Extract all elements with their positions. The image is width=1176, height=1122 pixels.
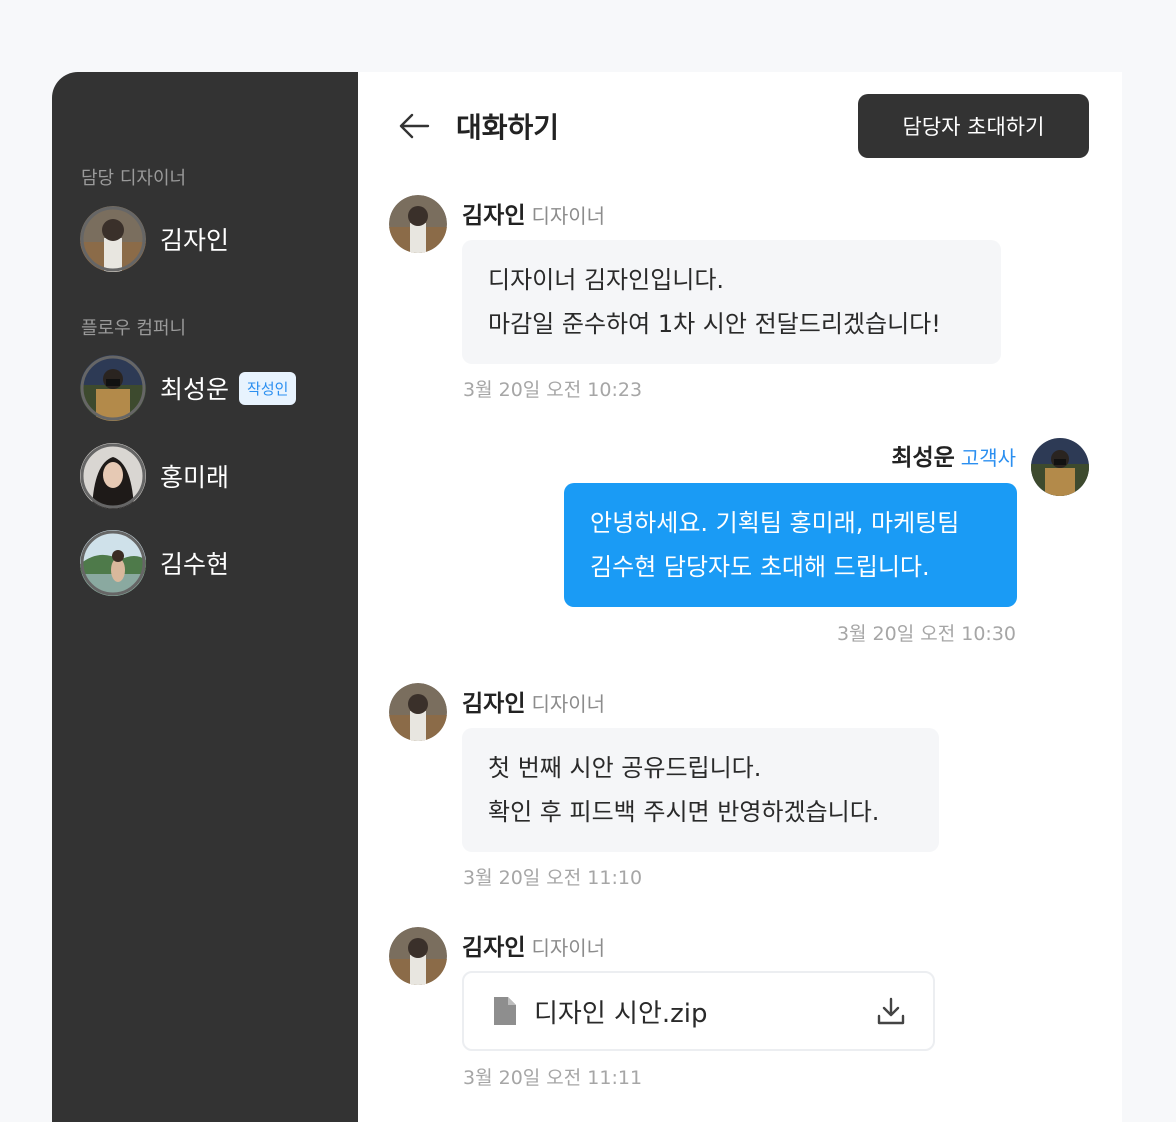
avatar xyxy=(389,927,447,985)
invite-manager-button[interactable]: 담당자 초대하기 xyxy=(858,94,1089,158)
sender-name: 김자인 xyxy=(462,691,526,717)
message-timestamp: 3월 20일 오전 10:23 xyxy=(463,379,643,401)
member-name: 김수현 xyxy=(160,550,230,579)
message-line: 마감일 준수하여 1차 시안 전달드리겠습니다! xyxy=(488,310,941,338)
sidebar-item-designer[interactable]: 김자인 xyxy=(80,206,229,272)
member-name: 최성운 xyxy=(160,375,230,404)
member-name: 홍미래 xyxy=(160,463,230,492)
message-bubble-mine: 안녕하세요. 기획팀 홍미래, 마케팅팀 김수현 담당자도 초대해 드립니다. xyxy=(564,483,1017,607)
avatar xyxy=(389,195,447,253)
sender-role: 디자이너 xyxy=(531,936,606,960)
sender-name: 김자인 xyxy=(462,935,526,961)
designer-section-heading: 담당 디자이너 xyxy=(81,168,187,189)
author-badge: 작성인 xyxy=(239,371,297,405)
message-line: 확인 후 피드백 주시면 반영하겠습니다. xyxy=(488,798,880,826)
sender-name: 최성운 xyxy=(891,445,955,471)
company-section-heading: 플로우 컴퍼니 xyxy=(81,318,187,339)
message-bubble: 첫 번째 시안 공유드립니다. 확인 후 피드백 주시면 반영하겠습니다. xyxy=(462,728,939,852)
avatar xyxy=(80,530,146,596)
member-name: 김자인 xyxy=(160,226,230,255)
sidebar-item-member[interactable]: 최성운 작성인 xyxy=(80,355,297,421)
message-timestamp: 3월 20일 오전 11:11 xyxy=(463,1067,643,1089)
message-line: 안녕하세요. 기획팀 홍미래, 마케팅팀 xyxy=(590,509,960,537)
app-frame: 담당 디자이너 김자인 플로우 컴퍼니 최성운 작성인 홍미래 김수현 대화하기… xyxy=(0,0,1176,1122)
message-sender: 최성운 고객사 xyxy=(891,438,1016,472)
message-line: 첫 번째 시안 공유드립니다. xyxy=(488,754,762,782)
message-sender: 김자인 디자이너 xyxy=(462,928,605,962)
arrow-left-icon[interactable] xyxy=(398,112,430,140)
avatar xyxy=(1031,438,1089,496)
sender-role: 디자이너 xyxy=(531,692,606,716)
message-sender: 김자인 디자이너 xyxy=(462,684,605,718)
avatar xyxy=(80,355,146,421)
message-timestamp: 3월 20일 오전 10:30 xyxy=(836,623,1016,645)
avatar xyxy=(80,206,146,272)
message-line: 김수현 담당자도 초대해 드립니다. xyxy=(590,553,930,581)
message-timestamp: 3월 20일 오전 11:10 xyxy=(463,867,643,889)
sidebar-item-member[interactable]: 김수현 xyxy=(80,530,229,596)
sidebar: 담당 디자이너 김자인 플로우 컴퍼니 최성운 작성인 홍미래 김수현 xyxy=(52,72,358,1122)
message-bubble: 디자이너 김자인입니다. 마감일 준수하여 1차 시안 전달드리겠습니다! xyxy=(462,240,1001,364)
download-icon[interactable] xyxy=(875,995,907,1027)
chat-panel: 대화하기 담당자 초대하기 김자인 디자이너 디자이너 김자인입니다. 마감일 준… xyxy=(358,72,1122,1122)
sender-role: 고객사 xyxy=(960,446,1016,470)
message-line: 디자이너 김자인입니다. xyxy=(488,266,725,294)
message-sender: 김자인 디자이너 xyxy=(462,196,605,230)
file-icon xyxy=(492,995,518,1027)
avatar xyxy=(80,443,146,509)
file-attachment[interactable]: 디자인 시안.zip xyxy=(462,971,935,1051)
sidebar-item-member[interactable]: 홍미래 xyxy=(80,443,229,509)
avatar xyxy=(389,683,447,741)
page-title: 대화하기 xyxy=(456,111,560,144)
file-name: 디자인 시안.zip xyxy=(534,998,708,1029)
sender-role: 디자이너 xyxy=(531,204,606,228)
sender-name: 김자인 xyxy=(462,203,526,229)
